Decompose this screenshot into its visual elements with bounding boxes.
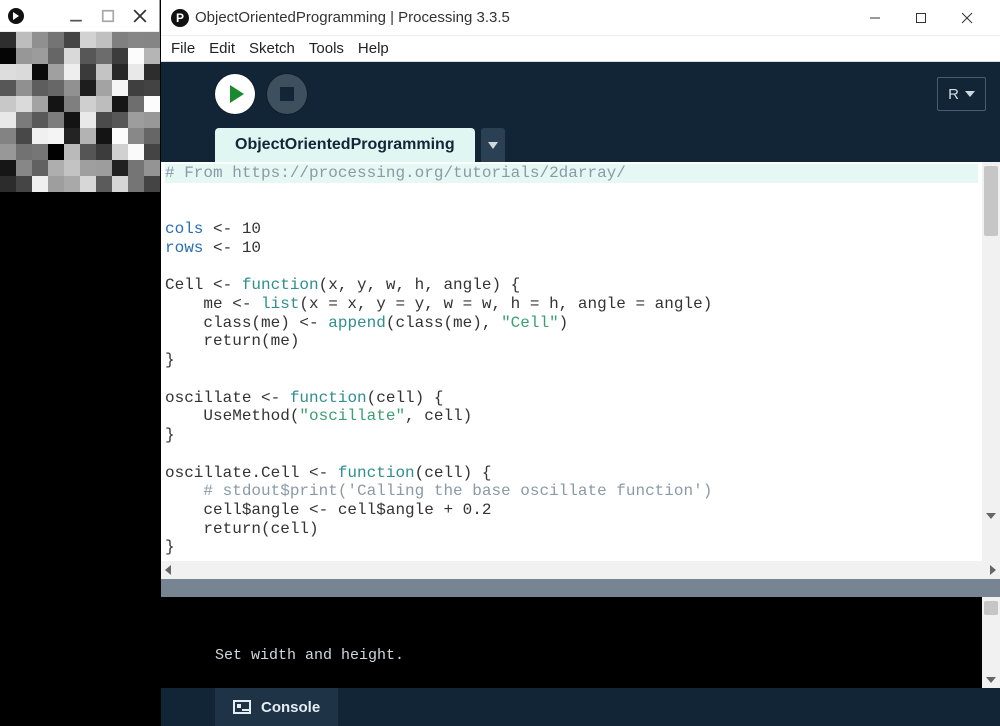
footer-bar: Console xyxy=(161,688,1000,726)
maximize-button[interactable] xyxy=(898,3,944,33)
menubar: File Edit Sketch Tools Help xyxy=(161,36,1000,62)
code-editor-area: # From https://processing.org/tutorials/… xyxy=(161,162,1000,561)
menu-help[interactable]: Help xyxy=(354,40,393,57)
processing-titlebar[interactable]: P ObjectOrientedProgramming | Processing… xyxy=(161,0,1000,36)
menu-sketch[interactable]: Sketch xyxy=(245,40,299,57)
maximize-button[interactable] xyxy=(97,5,119,27)
code-editor[interactable]: # From https://processing.org/tutorials/… xyxy=(161,162,982,561)
minimize-button[interactable] xyxy=(65,5,87,27)
scroll-down-icon[interactable] xyxy=(982,508,1000,524)
processing-window: P ObjectOrientedProgramming | Processing… xyxy=(161,0,1000,726)
menu-file[interactable]: File xyxy=(167,40,199,57)
console-scrollbar[interactable] xyxy=(982,597,1000,688)
menu-tools[interactable]: Tools xyxy=(305,40,348,57)
processing-logo-icon: P xyxy=(171,9,189,27)
chevron-down-icon xyxy=(965,91,975,97)
vertical-scrollbar[interactable] xyxy=(982,162,1000,561)
horizontal-scrollbar[interactable] xyxy=(161,561,1000,579)
console-output[interactable]: Set width and height. xyxy=(161,597,982,688)
chevron-down-icon xyxy=(488,142,498,149)
status-gutter xyxy=(161,579,1000,597)
close-button[interactable] xyxy=(129,5,151,27)
desktop-background xyxy=(0,192,160,726)
console-icon xyxy=(233,700,251,714)
toolbar: R xyxy=(161,62,1000,126)
scroll-down-icon[interactable] xyxy=(982,672,1000,688)
menu-edit[interactable]: Edit xyxy=(205,40,239,57)
console-tab[interactable]: Console xyxy=(215,688,338,726)
console-tab-label: Console xyxy=(261,699,320,716)
stop-button[interactable] xyxy=(267,74,307,114)
mode-selector[interactable]: R xyxy=(937,77,986,111)
mode-label: R xyxy=(948,86,959,103)
window-title: ObjectOrientedProgramming | Processing 3… xyxy=(195,9,852,26)
scroll-right-icon[interactable] xyxy=(990,565,996,575)
scroll-thumb[interactable] xyxy=(984,601,998,615)
minimize-button[interactable] xyxy=(852,3,898,33)
stop-icon xyxy=(280,87,294,101)
run-button[interactable] xyxy=(215,74,255,114)
tab-menu-button[interactable] xyxy=(481,128,505,162)
scroll-thumb[interactable] xyxy=(984,166,998,236)
sketch-preview-window xyxy=(0,0,160,192)
sketch-tab[interactable]: ObjectOrientedProgramming xyxy=(215,128,475,162)
close-button[interactable] xyxy=(944,3,990,33)
scroll-left-icon[interactable] xyxy=(165,565,171,575)
play-icon xyxy=(8,8,24,24)
sketch-titlebar[interactable] xyxy=(0,0,159,32)
sketch-canvas xyxy=(0,32,160,192)
play-icon xyxy=(230,85,244,103)
sketch-tabbar: ObjectOrientedProgramming xyxy=(161,126,1000,162)
console-panel: Set width and height. xyxy=(161,597,1000,688)
